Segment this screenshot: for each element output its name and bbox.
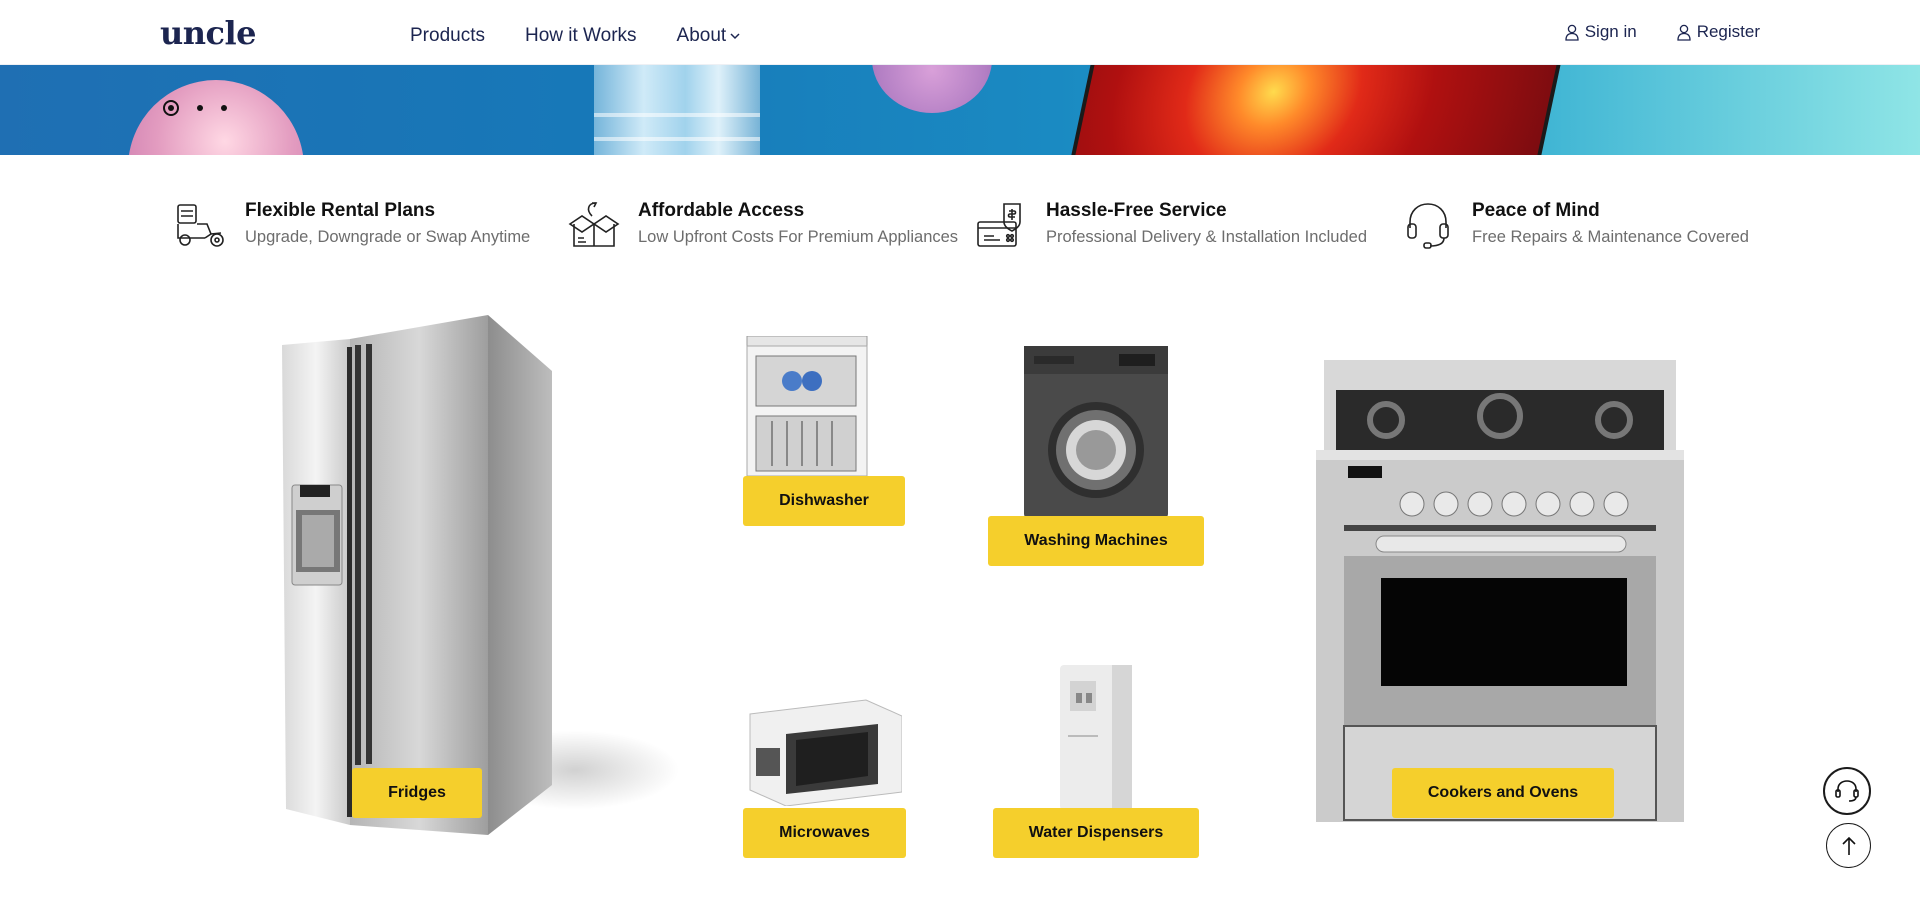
feature-title: Hassle-Free Service: [1046, 200, 1227, 221]
carousel-dot-3[interactable]: [221, 105, 227, 111]
main-nav: Products How it Works About: [410, 25, 741, 47]
headset-icon: [1407, 203, 1449, 249]
feature-title: Flexible Rental Plans: [245, 200, 436, 221]
user-icon: [1565, 24, 1579, 41]
register-label: Register: [1696, 22, 1760, 41]
water-dispenser-image[interactable]: [1056, 665, 1136, 810]
microwaves-button[interactable]: Microwaves: [743, 808, 906, 858]
carousel-dot-1[interactable]: [163, 100, 179, 116]
feature-peace-of-mind: Peace of Mind Free Repairs & Maintenance…: [1402, 198, 1749, 250]
washing-machine-image[interactable]: [1024, 346, 1168, 518]
register-link[interactable]: Register: [1677, 22, 1760, 42]
hero-bottle-rib: [594, 113, 760, 117]
support-button[interactable]: [1823, 767, 1871, 815]
hero-pink-ball: [128, 80, 304, 155]
nav-about[interactable]: About: [677, 25, 742, 47]
feature-text: Flexible Rental Plans Upgrade, Downgrade…: [245, 198, 530, 247]
site-header: uncle Products How it Works About Sign i…: [0, 0, 1920, 65]
feature-subtitle: Free Repairs & Maintenance Covered: [1472, 228, 1749, 246]
hero-bottle-rib: [594, 137, 760, 141]
washing-machines-button[interactable]: Washing Machines: [988, 516, 1204, 566]
feature-title: Affordable Access: [638, 200, 805, 221]
cookers-and-ovens-button[interactable]: Cookers and Ovens: [1392, 768, 1614, 818]
auth-links: Sign in Register: [1565, 22, 1760, 42]
cooker-image[interactable]: [1316, 360, 1684, 822]
microwave-image[interactable]: [746, 694, 902, 806]
hero-banner: [0, 65, 1920, 155]
arrow-up-icon: [1841, 836, 1856, 855]
delivery-scooter-icon: [177, 204, 224, 247]
brand-logo[interactable]: uncle: [160, 14, 257, 52]
feature-hassle-free: Hassle-Free Service Professional Deliver…: [976, 198, 1367, 250]
feature-subtitle: Upgrade, Downgrade or Swap Anytime: [245, 228, 531, 246]
hero-tv-screen: [1071, 65, 1563, 155]
payment-card-icon: [977, 203, 1021, 247]
carousel-dot-2[interactable]: [197, 105, 203, 111]
feature-subtitle: Low Upfront Costs For Premium Appliances: [638, 228, 959, 246]
feature-flexible-rental: Flexible Rental Plans Upgrade, Downgrade…: [175, 198, 530, 250]
feature-text: Hassle-Free Service Professional Deliver…: [1046, 198, 1367, 247]
hero-tv: [1067, 65, 1567, 155]
nav-how-it-works[interactable]: How it Works: [525, 25, 637, 47]
carousel-dots: [163, 100, 227, 116]
nav-about-label: About: [676, 25, 727, 46]
feature-title: Peace of Mind: [1472, 200, 1600, 221]
feature-text: Peace of Mind Free Repairs & Maintenance…: [1472, 198, 1749, 247]
open-box-icon: [568, 202, 620, 247]
fridge-image[interactable]: [280, 315, 552, 835]
fridges-button[interactable]: Fridges: [352, 768, 482, 818]
water-dispensers-button[interactable]: Water Dispensers: [993, 808, 1199, 858]
headset-icon: [1835, 780, 1859, 802]
nav-products[interactable]: Products: [410, 25, 485, 47]
feature-subtitle: Professional Delivery & Installation Inc…: [1046, 228, 1368, 246]
scroll-to-top-button[interactable]: [1826, 823, 1871, 868]
hero-water-bottle: [594, 65, 760, 155]
user-icon: [1677, 24, 1691, 41]
dishwasher-image[interactable]: [742, 336, 872, 476]
sign-in-link[interactable]: Sign in: [1565, 22, 1637, 42]
dishwasher-button[interactable]: Dishwasher: [743, 476, 905, 526]
hero-purple-ball: [872, 65, 992, 113]
feature-affordable-access: Affordable Access Low Upfront Costs For …: [568, 198, 958, 250]
chevron-down-icon: [730, 33, 740, 40]
feature-text: Affordable Access Low Upfront Costs For …: [638, 198, 958, 247]
sign-in-label: Sign in: [1584, 22, 1637, 41]
